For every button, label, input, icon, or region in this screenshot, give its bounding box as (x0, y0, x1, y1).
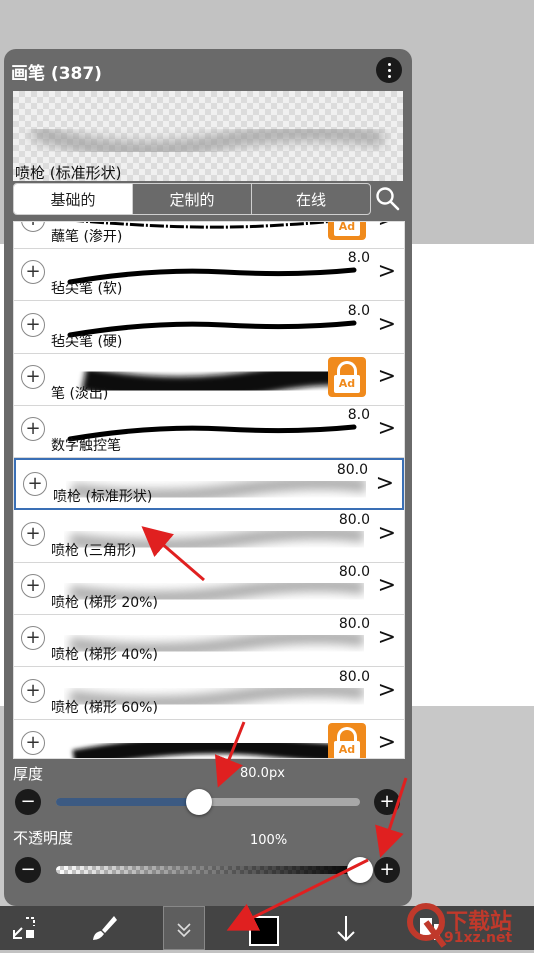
brush-icon[interactable] (88, 912, 120, 944)
add-brush-button[interactable]: + (21, 260, 45, 285)
thickness-plus-button[interactable]: + (374, 789, 400, 815)
opacity-minus-button[interactable]: − (15, 857, 41, 883)
preview-brush-name: 喷枪 (标准形状) (15, 164, 122, 182)
add-brush-button[interactable]: + (21, 626, 45, 651)
brush-size-value: 80.0 (338, 511, 370, 528)
chevron-right-icon[interactable]: > (376, 471, 394, 496)
chevron-double-down-icon (177, 923, 191, 938)
add-brush-button[interactable]: + (21, 574, 45, 599)
add-brush-button[interactable]: + (21, 521, 45, 546)
opacity-label: 不透明度 (13, 829, 74, 847)
brush-name: 毡尖笔 (硬) (51, 333, 123, 350)
brush-row[interactable]: +8.0 数字触控笔 > (14, 405, 404, 459)
tab-online[interactable]: 在线 (252, 184, 370, 214)
brush-name: 笔 (淡出) (51, 385, 109, 402)
brush-row[interactable]: +8.0 毡尖笔 (硬) > (14, 301, 404, 354)
brush-name: 毡尖笔 (软) (51, 281, 123, 298)
thickness-minus-button[interactable]: − (15, 789, 41, 815)
watermark: 下载站 91xz.net (404, 900, 534, 950)
brush-row[interactable]: +80.0 喷枪 (三角形) > (14, 510, 404, 563)
brush-row[interactable]: + Ad 蘸笔 (渗开) > (14, 222, 404, 249)
brush-size-value: 80.0 (338, 668, 370, 685)
add-brush-button[interactable]: + (21, 222, 45, 232)
brush-size-value: 80.0 (338, 564, 370, 581)
watermark-logo-icon (407, 903, 447, 948)
thickness-slider-handle[interactable] (185, 789, 212, 815)
brush-size-value: 8.0 (347, 407, 370, 424)
add-brush-button[interactable]: + (21, 678, 45, 703)
collapse-panel-button[interactable] (163, 906, 205, 950)
chevron-right-icon[interactable]: > (378, 260, 396, 284)
chevron-right-icon[interactable]: > (378, 222, 396, 232)
brush-name: 喷枪 (梯形 60%) (51, 699, 158, 716)
chevron-right-icon[interactable]: > (378, 417, 396, 441)
brush-name: 喷枪 (标准形状) (53, 488, 153, 505)
opacity-plus-button[interactable]: + (374, 857, 400, 883)
brush-row[interactable]: +80.0 喷枪 (梯形 40%) > (14, 614, 404, 668)
opacity-slider-handle[interactable] (347, 857, 373, 883)
chevron-right-icon[interactable]: > (378, 364, 396, 389)
thickness-slider-fill (56, 798, 199, 806)
panel-title: 画笔 (387) (11, 64, 102, 84)
add-brush-button[interactable]: + (21, 364, 45, 389)
ad-lock-icon[interactable]: Ad (328, 356, 366, 397)
more-menu-icon[interactable] (376, 57, 402, 83)
chevron-right-icon[interactable]: > (378, 678, 396, 703)
brush-name: 蘸笔 (渗开) (51, 229, 123, 245)
brush-row[interactable]: +80.0 喷枪 (标准形状) > (14, 457, 404, 510)
brush-row[interactable]: + Ad > (14, 719, 404, 758)
ad-lock-icon[interactable]: Ad (328, 723, 366, 758)
move-down-icon[interactable] (330, 912, 362, 944)
opacity-value: 100% (250, 833, 288, 848)
add-brush-button[interactable]: + (21, 417, 45, 442)
thickness-label: 厚度 (13, 765, 44, 783)
chevron-right-icon[interactable]: > (378, 574, 396, 598)
search-icon[interactable] (374, 185, 402, 213)
ad-lock-icon[interactable]: Ad (328, 222, 366, 240)
transform-icon[interactable] (8, 912, 40, 944)
brush-preview: 喷枪 (标准形状) (13, 91, 403, 182)
brush-row[interactable]: + Ad 笔 (淡出) > (14, 353, 404, 406)
chevron-right-icon[interactable]: > (378, 626, 396, 650)
brush-list[interactable]: + Ad 蘸笔 (渗开) > +8.0 毡尖笔 (软) > +8.0 毡尖笔 (硬) > + Ad 笔 … (13, 221, 405, 759)
opacity-slider[interactable] (56, 866, 360, 874)
brush-size-value: 80.0 (338, 616, 370, 633)
ad-badge: Ad (334, 741, 360, 758)
brush-row[interactable]: +80.0 喷枪 (梯形 60%) > (14, 667, 404, 720)
chevron-right-icon[interactable]: > (378, 312, 396, 337)
brush-panel: 画笔 (387) 喷枪 (标准形状) 基础的 定制的 在线 + Ad 蘸笔 (渗开)… (4, 49, 412, 906)
chevron-right-icon[interactable]: > (378, 731, 396, 755)
brush-name: 喷枪 (三角形) (51, 542, 137, 559)
brush-stroke-preview (72, 735, 364, 758)
add-brush-button[interactable]: + (23, 471, 47, 496)
add-brush-button[interactable]: + (21, 731, 45, 755)
brush-row[interactable]: +80.0 喷枪 (梯形 20%) > (14, 562, 404, 616)
tab-basic[interactable]: 基础的 (14, 184, 133, 214)
brush-row[interactable]: +8.0 毡尖笔 (软) > (14, 248, 404, 302)
brush-size-value: 8.0 (347, 250, 370, 267)
color-swatch[interactable] (249, 916, 279, 946)
ad-badge: Ad (334, 374, 360, 393)
brush-name: 数字触控笔 (51, 438, 121, 455)
brush-name: 喷枪 (梯形 20%) (51, 595, 158, 612)
brush-category-tabs: 基础的 定制的 在线 (13, 183, 371, 215)
chevron-right-icon[interactable]: > (378, 521, 396, 546)
add-brush-button[interactable]: + (21, 312, 45, 337)
brush-stroke-preview (81, 362, 364, 397)
brush-name: 喷枪 (梯形 40%) (51, 647, 158, 664)
watermark-url: 91xz.net (444, 930, 513, 946)
ad-badge: Ad (334, 222, 360, 236)
thickness-value: 80.0px (240, 766, 285, 781)
brush-size-value: 80.0 (336, 461, 368, 478)
tab-custom[interactable]: 定制的 (133, 184, 252, 214)
brush-size-value: 8.0 (347, 302, 370, 319)
